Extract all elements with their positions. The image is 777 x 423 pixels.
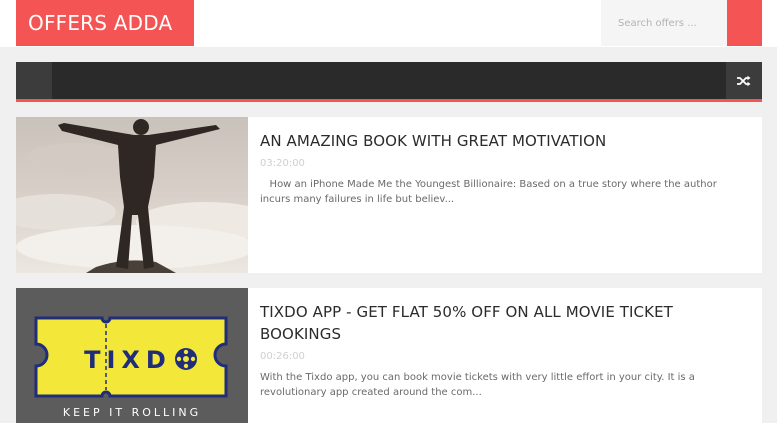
post-thumbnail[interactable]: TIXD KEEP IT ROLLING: [16, 288, 248, 423]
post-excerpt-text: How an iPhone Made Me the Youngest Billi…: [260, 179, 717, 205]
post-title[interactable]: AN AMAZING BOOK WITH GREAT MOTIVATION: [260, 130, 750, 152]
search-input[interactable]: [601, 0, 721, 46]
tixdo-tagline: KEEP IT ROLLING: [63, 406, 201, 419]
main-navbar: [16, 62, 762, 102]
post-excerpt: With the Tixdo app, you can book movie t…: [260, 372, 695, 398]
post-card: AN AMAZING BOOK WITH GREAT MOTIVATION 03…: [16, 117, 762, 273]
search-button[interactable]: [727, 0, 762, 46]
post-time: 00:26:00: [260, 351, 305, 362]
post-title[interactable]: TIXDO APP - GET FLAT 50% OFF ON ALL MOVI…: [260, 301, 750, 345]
post-card: TIXD KEEP IT ROLLING TIXDO APP - GET FLA…: [16, 288, 762, 423]
post-time: 03:20:00: [260, 158, 305, 169]
post-excerpt: How an iPhone Made Me the Youngest Billi…: [260, 177, 750, 207]
site-header: OFFERS ADDA: [0, 0, 777, 47]
menu-button[interactable]: [16, 62, 52, 99]
search-box: [601, 0, 727, 46]
tixdo-image: TIXD KEEP IT ROLLING: [16, 288, 248, 423]
post-thumbnail[interactable]: [16, 117, 248, 273]
random-post-button[interactable]: [726, 62, 762, 99]
motivation-image: [16, 117, 248, 273]
tixdo-logo-text: TIXD: [84, 346, 172, 374]
site-logo[interactable]: OFFERS ADDA: [16, 0, 194, 46]
shuffle-icon: [737, 75, 751, 86]
